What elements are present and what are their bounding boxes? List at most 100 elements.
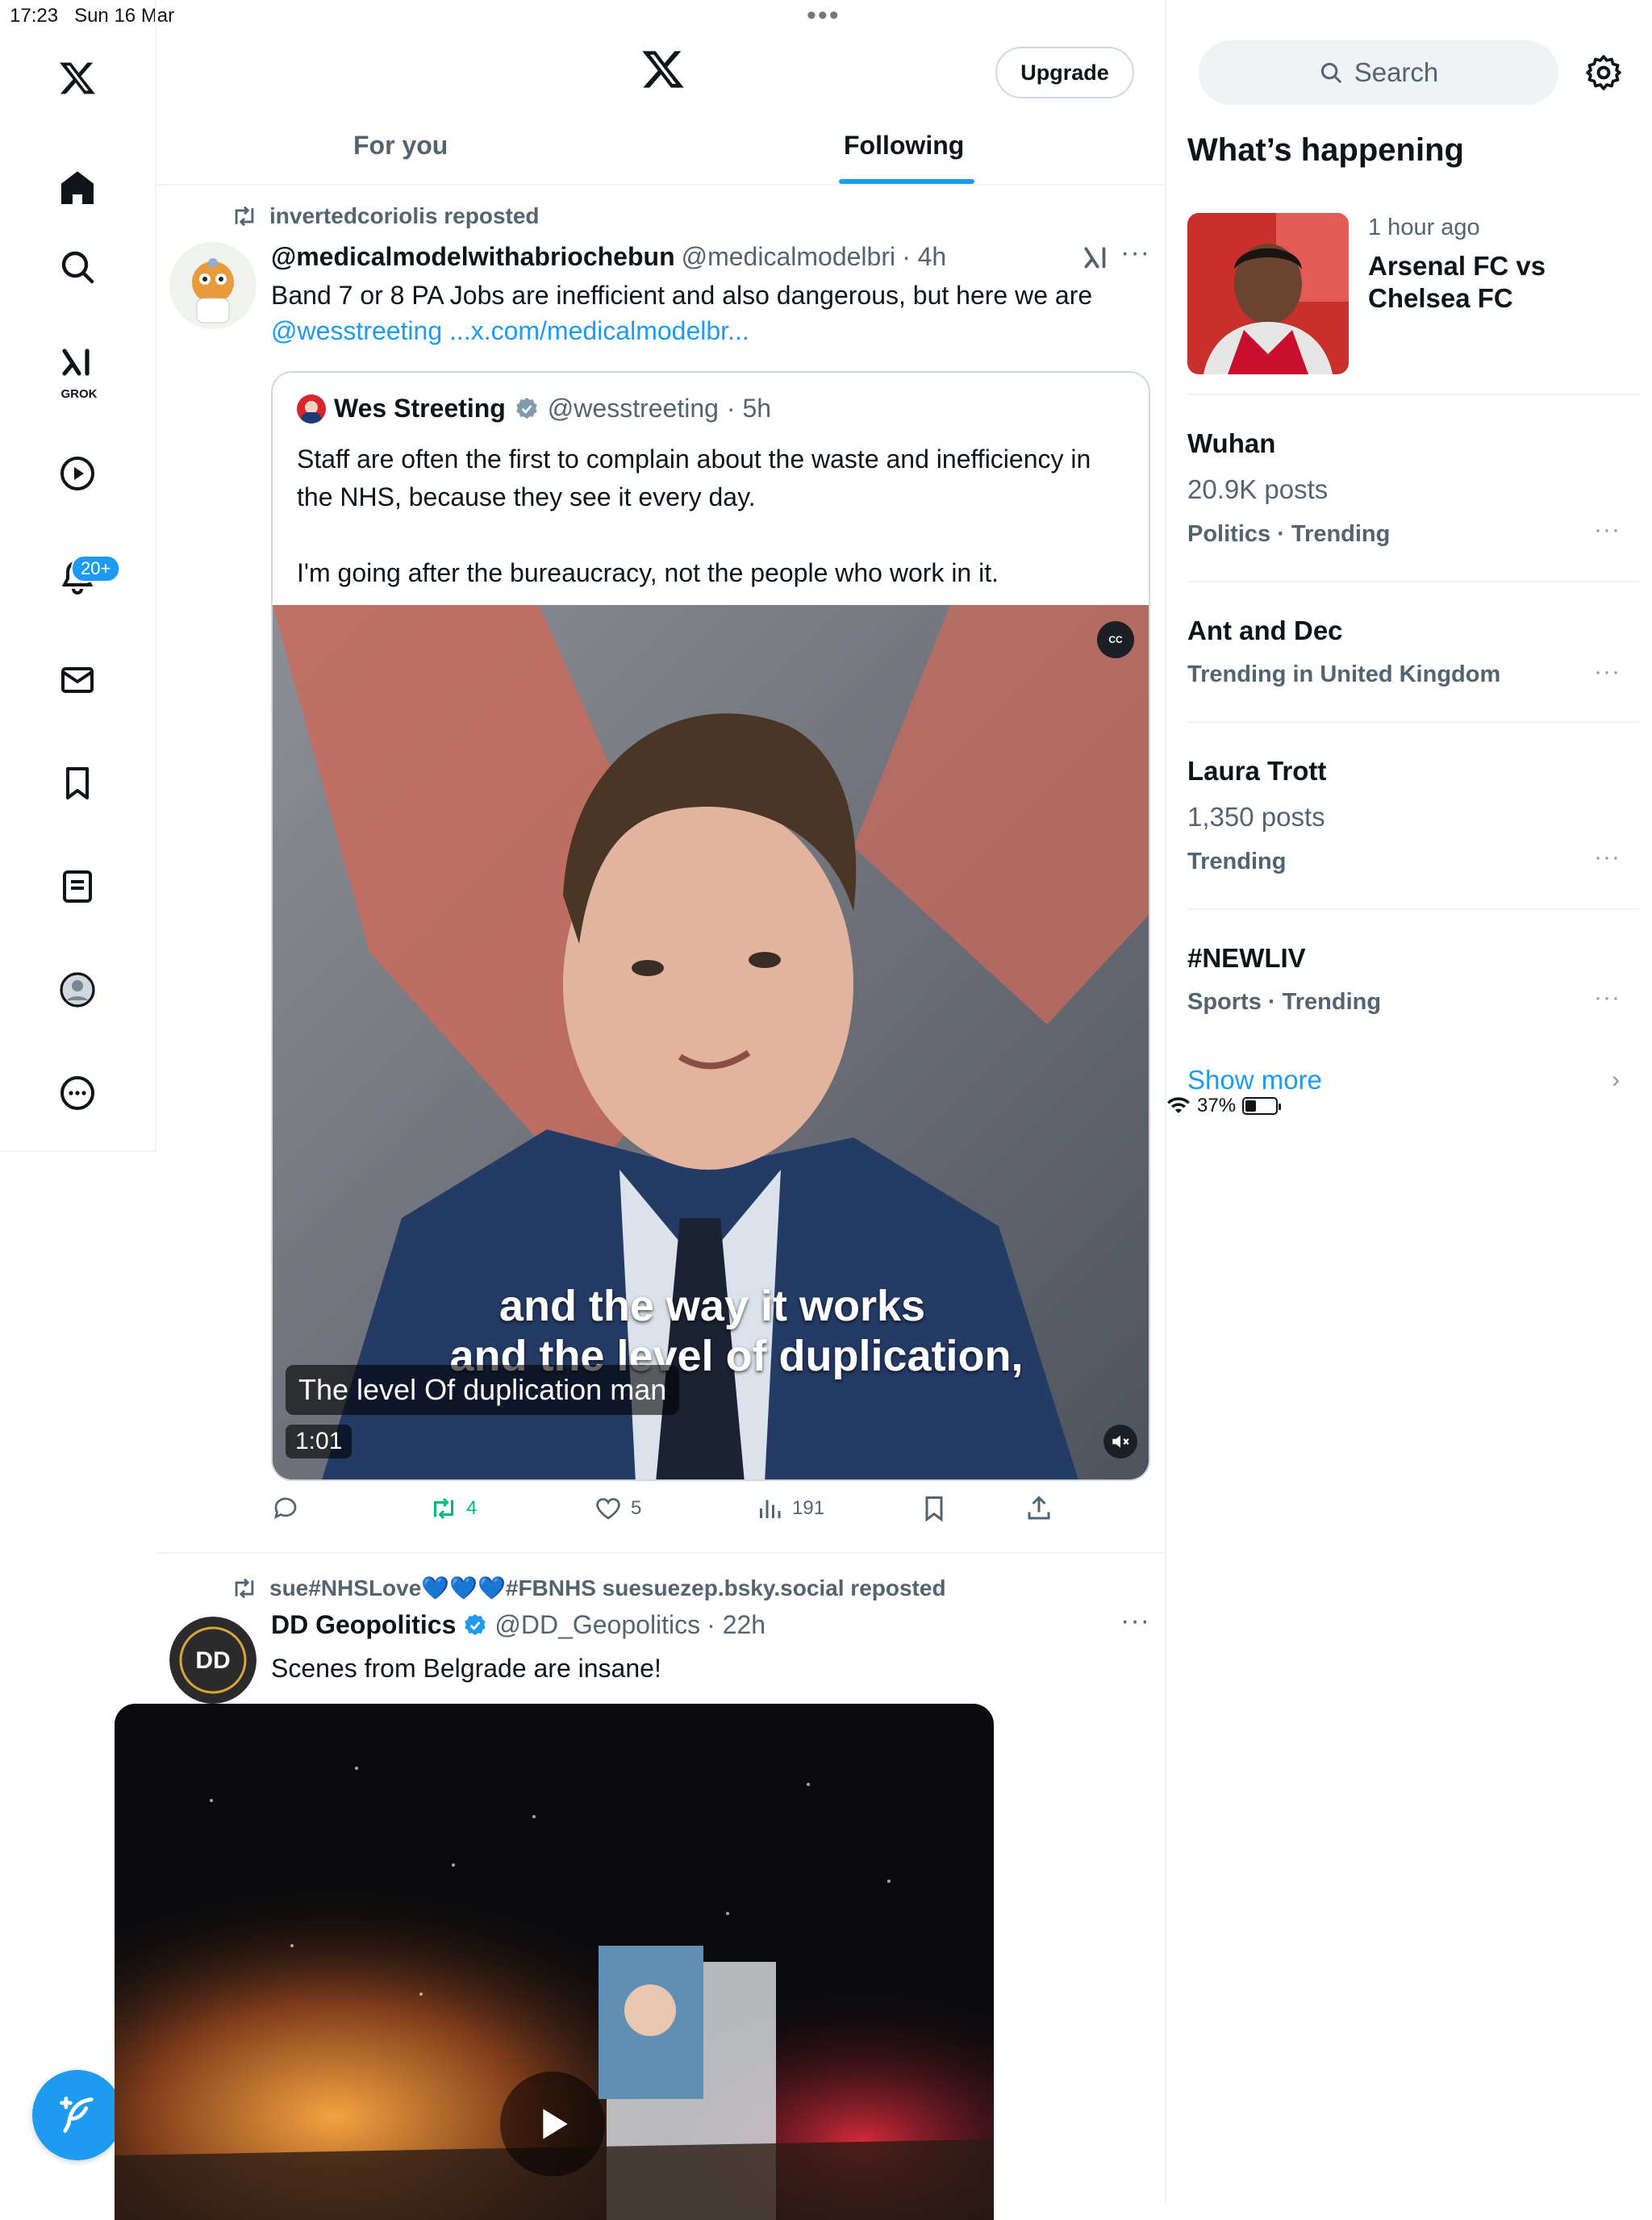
trend-posts: 1,350 posts: [1187, 802, 1325, 832]
play-icon: [543, 2109, 568, 2139]
bar-chart-icon: [760, 1500, 781, 1518]
tweet-author-row: @medicalmodelwithabriochebun @medicalmod…: [271, 242, 946, 272]
url-link[interactable]: ...x.com/medicalmodelbr...: [449, 316, 749, 345]
author-name[interactable]: DD Geopolitics: [271, 1610, 456, 1640]
grok-explain-icon[interactable]: [1081, 244, 1112, 274]
trend-divider: [1187, 394, 1639, 395]
share-button[interactable]: [1024, 1494, 1053, 1523]
reposted-by-text[interactable]: sue#NHSLove💙💙💙#FBNHS suesuezep.bsky.soci…: [269, 1575, 946, 1601]
left-navigation: GROK 20+: [0, 0, 156, 1152]
video-duration: 1:01: [286, 1425, 353, 1458]
avatar[interactable]: [169, 242, 257, 329]
tab-following[interactable]: Following: [844, 131, 964, 161]
compose-button[interactable]: [32, 2070, 123, 2160]
search-icon[interactable]: [54, 244, 101, 290]
more-options-icon[interactable]: ···: [1120, 1605, 1150, 1637]
quote-text: Staff are often the first to complain ab…: [297, 444, 1091, 587]
x-header-logo-icon[interactable]: [640, 47, 686, 92]
trend-title[interactable]: Wuhan: [1187, 428, 1275, 460]
chevron-right-icon: ›: [1612, 1066, 1620, 1093]
x-logo-icon[interactable]: [54, 55, 101, 102]
mute-button[interactable]: [1103, 1425, 1137, 1458]
author-handle[interactable]: @medicalmodelbri: [682, 242, 895, 272]
repost-indicator: sue#NHSLove💙💙💙#FBNHS suesuezep.bsky.soci…: [231, 1575, 946, 1601]
quote-author-row: Wes Streeting @wesstreeting · 5h: [297, 394, 771, 424]
trend-divider: [1187, 721, 1639, 723]
mail-icon[interactable]: [54, 657, 101, 703]
tweet-time[interactable]: · 22h: [707, 1610, 766, 1640]
trend-more-icon[interactable]: ···: [1594, 844, 1621, 871]
trend-title[interactable]: #NEWLIV: [1187, 942, 1306, 974]
like-button[interactable]: 5: [594, 1494, 641, 1523]
notification-badge: 20+: [71, 555, 121, 582]
mention-link[interactable]: @wesstreeting: [271, 316, 442, 345]
trend-divider: [1187, 581, 1639, 582]
list-icon[interactable]: [54, 863, 101, 910]
views-button[interactable]: 191: [755, 1494, 824, 1523]
tweet-body: Band 7 or 8 PA Jobs are inefficient and …: [271, 281, 1093, 310]
speaker-muted-icon: [1112, 1435, 1129, 1448]
quote-time[interactable]: · 5h: [727, 394, 771, 424]
repost-icon: [235, 206, 254, 227]
video-player[interactable]: [115, 1704, 994, 2220]
featured-trend-title[interactable]: Arsenal FC vs Chelsea FC: [1368, 250, 1562, 315]
featured-trend-image[interactable]: [1187, 213, 1349, 374]
closed-captions-icon[interactable]: CC: [1097, 621, 1134, 658]
quote-avatar[interactable]: [297, 394, 326, 424]
heart-icon: [596, 1498, 620, 1520]
quoted-tweet[interactable]: Wes Streeting @wesstreeting · 5h Staff a…: [271, 371, 1150, 1481]
tweet-actions: 4 5 191: [271, 1494, 1150, 1534]
trend-divider: [1187, 908, 1639, 910]
trend-category: Trending: [1187, 849, 1287, 874]
repost-indicator: invertedcoriolis reposted: [231, 203, 540, 229]
trend-title[interactable]: Ant and Dec: [1187, 615, 1343, 647]
avatar[interactable]: DD: [169, 1617, 257, 1704]
svg-text:DD: DD: [195, 1647, 230, 1674]
repost-icon: [434, 1497, 453, 1520]
play-button[interactable]: [500, 2072, 605, 2176]
repost-count: 4: [466, 1497, 478, 1519]
reposted-by-text[interactable]: invertedcoriolis reposted: [269, 203, 540, 229]
trend-more-icon[interactable]: ···: [1594, 516, 1621, 544]
trend-more-icon[interactable]: ···: [1594, 658, 1621, 686]
trend-category: Trending in United Kingdom: [1187, 661, 1501, 687]
search-input[interactable]: Search: [1199, 40, 1558, 105]
search-placeholder: Search: [1354, 57, 1439, 87]
like-count: 5: [631, 1497, 642, 1519]
trend-category: Sports · Trending: [1187, 989, 1382, 1015]
tweet[interactable]: invertedcoriolis reposted @medicalmodelw…: [156, 187, 1166, 1552]
active-tab-indicator: [839, 179, 974, 184]
view-count: 191: [792, 1497, 825, 1519]
reply-button[interactable]: [271, 1494, 300, 1523]
bookmark-button[interactable]: [920, 1494, 949, 1523]
tweet-author-row: DD Geopolitics @DD_Geopolitics · 22h: [271, 1610, 766, 1640]
verified-badge-icon: [515, 397, 537, 419]
home-icon[interactable]: [54, 165, 101, 211]
whats-happening-title: What’s happening: [1187, 132, 1464, 168]
repost-button[interactable]: 4: [429, 1494, 477, 1523]
more-options-icon[interactable]: ···: [1120, 237, 1150, 269]
gear-icon[interactable]: [1584, 53, 1623, 92]
upgrade-button[interactable]: Upgrade: [995, 47, 1134, 98]
show-more-link[interactable]: Show more: [1187, 1065, 1322, 1095]
burned-subtitle-line1: and the way it works: [499, 1282, 926, 1330]
tweet-time[interactable]: · 4h: [902, 242, 946, 272]
profile-icon[interactable]: [54, 966, 101, 1013]
tab-for-you[interactable]: For you: [353, 131, 448, 161]
trend-category: Politics · Trending: [1187, 521, 1391, 547]
search-icon: [1320, 62, 1341, 83]
author-name[interactable]: @medicalmodelwithabriochebun: [271, 242, 675, 272]
more-circle-icon[interactable]: [54, 1070, 101, 1116]
trend-posts: 20.9K posts: [1187, 474, 1329, 504]
share-icon: [1028, 1496, 1050, 1520]
quote-author-name[interactable]: Wes Streeting: [334, 394, 506, 424]
video-play-icon[interactable]: [54, 450, 101, 497]
bookmark-icon[interactable]: [54, 760, 101, 807]
grok-icon[interactable]: [54, 340, 101, 387]
trend-title[interactable]: Laura Trott: [1187, 755, 1326, 787]
trend-more-icon[interactable]: ···: [1594, 984, 1621, 1012]
video-player[interactable]: CC and the way it works and the level of…: [273, 605, 1149, 1479]
video-caption: The level Of duplication man: [286, 1365, 680, 1415]
author-handle[interactable]: @DD_Geopolitics: [494, 1610, 700, 1640]
quote-author-handle[interactable]: @wesstreeting: [548, 394, 719, 424]
